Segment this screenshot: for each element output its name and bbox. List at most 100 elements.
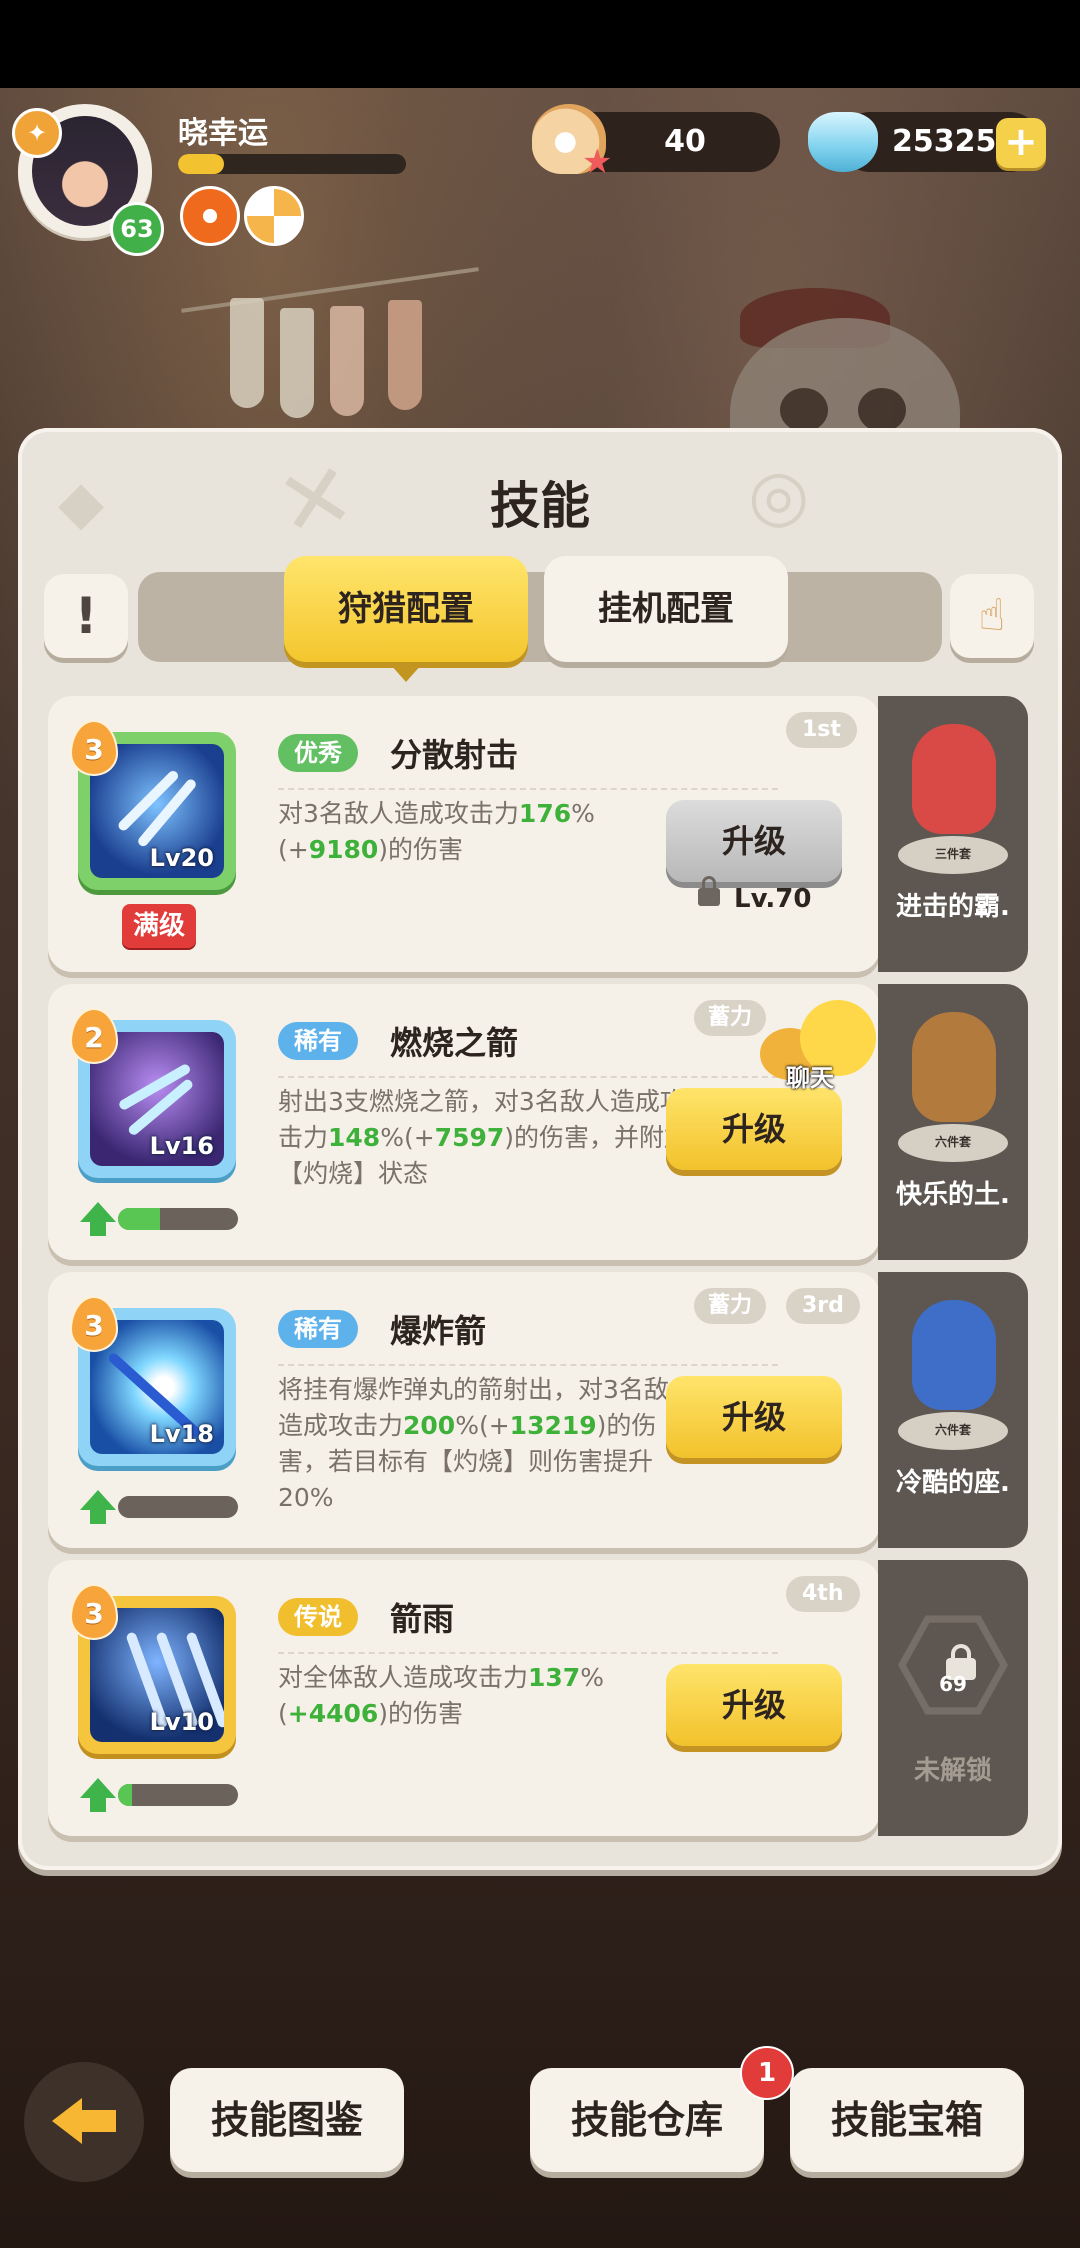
slot-rank-badge: 3rd — [786, 1288, 860, 1324]
skill-description: 对3名敌人造成攻击力176%(+9180)的伤害 — [278, 796, 698, 868]
upgrade-arrow-icon — [80, 1490, 116, 1524]
pet-slot[interactable]: 三件套 进击的霸. — [878, 696, 1028, 972]
rarity-badge: 传说 — [278, 1598, 358, 1636]
skill-level: Lv10 — [149, 1708, 214, 1736]
charge-badge: 蓄力 — [694, 1288, 767, 1324]
status-bar — [0, 0, 1080, 88]
upgrade-progress — [118, 1496, 238, 1518]
slot-rank-badge: 1st — [786, 712, 857, 748]
notification-badge: 1 — [740, 2046, 794, 2100]
player-level-badge: 63 — [110, 202, 164, 256]
upgrade-arrow-icon — [80, 1778, 116, 1812]
desc-value: 200 — [403, 1411, 456, 1440]
starfish-icon: ★ — [582, 142, 613, 182]
skill-level: Lv16 — [149, 1132, 214, 1160]
desc-value: 137 — [528, 1663, 581, 1692]
upgrade-button[interactable]: 升级 — [666, 1664, 842, 1746]
skill-chest-button[interactable]: 技能宝箱 — [790, 2068, 1024, 2172]
pet-name: 进击的霸. — [896, 892, 1010, 922]
tap-hand-icon: ☝ — [978, 590, 1006, 641]
chat-button[interactable]: 聊天 — [760, 1000, 880, 1092]
pet-figure: 六件套 — [898, 1012, 1008, 1162]
skill-card[interactable]: Lv18 3 稀有 爆炸箭 将挂有爆炸弹丸的箭射出，对3名敌人造成攻击力200%… — [48, 1272, 880, 1548]
pet-figure: 三件套 — [898, 724, 1008, 874]
chat-label: 聊天 — [786, 1064, 834, 1092]
desc-text: %(+ — [380, 1123, 435, 1152]
back-arrow-icon — [52, 2098, 116, 2144]
upgrade-button[interactable]: 升级 — [666, 1088, 842, 1170]
locked-label: 未解锁 — [913, 1756, 992, 1786]
player-name: 晓幸运 — [178, 116, 268, 151]
skill-handbook-button[interactable]: 技能图鉴 — [170, 2068, 404, 2172]
gem-icon — [808, 112, 878, 172]
star-count-icon: 3 — [70, 1584, 118, 1640]
xp-fill — [178, 154, 224, 174]
bg-tooth — [280, 308, 314, 418]
pet-slot[interactable]: 六件套 快乐的土. — [878, 984, 1028, 1260]
tab-idle-config[interactable]: 挂机配置 — [544, 556, 788, 662]
progress-fill — [118, 1784, 133, 1806]
pet-set-tag: 六件套 — [934, 1135, 971, 1149]
bg-tooth — [388, 300, 422, 410]
unlock-level: 69 — [939, 1672, 967, 1696]
skill-name: 分散射击 — [390, 736, 519, 774]
tab-track — [138, 572, 942, 662]
squirrel-pet-icon — [912, 1012, 996, 1122]
skill-level: Lv18 — [149, 1420, 214, 1448]
upgrade-button[interactable]: 升级 — [666, 800, 842, 882]
divider — [278, 788, 778, 790]
upgrade-progress — [118, 1784, 238, 1806]
tap-hand-button[interactable]: ☝ — [950, 574, 1034, 658]
bg-rope — [181, 267, 479, 313]
desc-value: 7597 — [434, 1123, 505, 1152]
upgrade-progress — [118, 1208, 238, 1230]
skill-description: 射出3支燃烧之箭，对3名敌人造成攻击力148%(+7597)的伤害，并附加【灼烧… — [278, 1084, 698, 1192]
tab-hunt-config[interactable]: 狩猎配置 — [284, 556, 528, 682]
info-button[interactable]: ! — [44, 574, 128, 658]
skill-storage-button[interactable]: 技能仓库 — [530, 2068, 764, 2172]
pet-name: 冷酷的座. — [896, 1468, 1010, 1498]
desc-text: %(+ — [455, 1411, 510, 1440]
pet-slot-locked[interactable]: 69 未解锁 — [878, 1560, 1028, 1836]
required-level: Lv.70 — [734, 884, 812, 914]
panel-title: 技能 — [490, 477, 590, 535]
star-count-icon: 2 — [70, 1008, 118, 1064]
desc-value: 13219 — [509, 1411, 597, 1440]
back-button[interactable] — [24, 2062, 144, 2182]
desc-text: 对全体敌人造成攻击力 — [278, 1663, 529, 1692]
divider — [278, 1076, 778, 1078]
upgrade-arrow-icon — [80, 1202, 116, 1236]
divider — [278, 1652, 778, 1654]
divider — [278, 1364, 778, 1366]
skill-description: 将挂有爆炸弹丸的箭射出，对3名敌人造成攻击力200%(+13219)的伤害，若目… — [278, 1372, 698, 1516]
desc-value: 9180 — [308, 835, 379, 864]
desc-value: 176 — [518, 799, 572, 828]
xp-bar — [178, 154, 406, 174]
desc-text: )的伤害 — [378, 835, 464, 864]
charge-badge: 蓄力 — [694, 1000, 767, 1036]
bg-tooth — [330, 306, 364, 416]
badge-icon[interactable] — [244, 186, 304, 246]
rarity-badge: 稀有 — [278, 1022, 358, 1060]
add-gems-button[interactable]: + — [996, 118, 1046, 168]
upgrade-button[interactable]: 升级 — [666, 1376, 842, 1458]
pet-set-tag: 三件套 — [934, 847, 971, 861]
skill-card[interactable]: Lv16 2 稀有 燃烧之箭 射出3支燃烧之箭，对3名敌人造成攻击力148%(+… — [48, 984, 880, 1260]
desc-value: 148 — [328, 1123, 381, 1152]
skill-name: 爆炸箭 — [390, 1312, 487, 1350]
star-count-icon: 3 — [70, 720, 118, 776]
desc-text: )的伤害 — [378, 1699, 464, 1728]
progress-fill — [118, 1208, 160, 1230]
skill-level: Lv20 — [149, 844, 214, 872]
medal-icon[interactable] — [180, 186, 240, 246]
bg-tooth — [230, 298, 264, 408]
skill-card[interactable]: Lv20 3 满级 优秀 分散射击 对3名敌人造成攻击力176%(+9180)的… — [48, 696, 880, 972]
max-level-badge: 满级 — [122, 904, 196, 948]
skill-card[interactable]: Lv10 3 传说 箭雨 对全体敌人造成攻击力137%(+4406)的伤害 4t… — [48, 1560, 880, 1836]
locked-slot-icon: 69 — [898, 1615, 1008, 1715]
pet-set-tag: 六件套 — [934, 1423, 971, 1437]
pet-slot[interactable]: 六件套 冷酷的座. — [878, 1272, 1028, 1548]
skill-name: 燃烧之箭 — [390, 1024, 519, 1062]
rarity-badge: 优秀 — [278, 734, 358, 772]
hex-inner — [906, 1622, 1000, 1708]
